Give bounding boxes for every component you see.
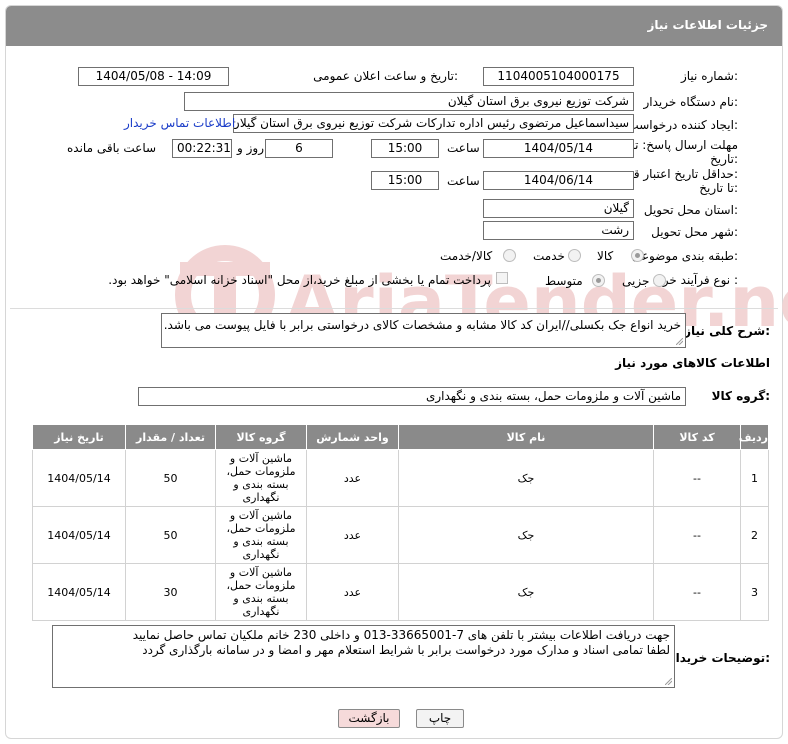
- buyer-notes-label: توضیحات خریدار:: [668, 651, 770, 665]
- remaining-time-label: ساعت باقی مانده: [67, 141, 157, 155]
- requester-label: ایجاد کننده درخواست:: [627, 118, 738, 132]
- need-number-label: شماره نیاز:: [680, 69, 738, 83]
- category-radio-goods[interactable]: [631, 249, 644, 262]
- province-field[interactable]: گیلان: [483, 199, 634, 218]
- city-label: شهر محل تحویل:: [651, 225, 738, 239]
- table-row: 1 -- جک عدد ماشین آلات و ملزومات حمل، بس…: [32, 449, 769, 507]
- resize-grip-icon[interactable]: [665, 678, 672, 685]
- cell-code: --: [653, 449, 741, 507]
- panel-header: جزئیات اطلاعات نیاز: [6, 6, 782, 46]
- treasury-checkbox[interactable]: [496, 272, 508, 284]
- reply-time-field[interactable]: 15:00: [371, 139, 439, 158]
- cell-code: --: [653, 563, 741, 621]
- goods-section-title: اطلاعات کالاهای مورد نیاز: [615, 356, 770, 370]
- cell-row-number: 3: [740, 563, 769, 621]
- category-option-goods: کالا: [597, 249, 614, 263]
- column-header-name: نام کالا: [398, 424, 654, 450]
- table-row: 2 -- جک عدد ماشین آلات و ملزومات حمل، بس…: [32, 506, 769, 564]
- city-field[interactable]: رشت: [483, 221, 634, 240]
- panel-title: جزئیات اطلاعات نیاز: [647, 18, 768, 32]
- category-radio-goods-service[interactable]: [503, 249, 516, 262]
- province-label: استان محل تحویل:: [643, 203, 738, 217]
- goods-group-label: گروه کالا:: [711, 389, 770, 403]
- buyer-notes-textarea[interactable]: جهت دریافت اطلاعات بیشتر با تلفن های 7-3…: [52, 625, 675, 688]
- description-label: شرح کلی نیاز:: [684, 324, 770, 338]
- goods-group-field[interactable]: ماشین آلات و ملزومات حمل، بسته بندی و نگ…: [138, 387, 686, 406]
- reply-deadline-label-2: تاریخ:: [710, 152, 738, 166]
- column-header-quantity: تعداد / مقدار: [125, 424, 216, 450]
- category-radio-service[interactable]: [568, 249, 581, 262]
- column-header-code: کد کالا: [653, 424, 741, 450]
- buyer-notes-line-2: لطفا تمامی اسناد و مدارک مورد درخواست بر…: [142, 643, 670, 657]
- description-text: خرید انواع جک بکسلی//ایران کد کالا مشابه…: [163, 318, 681, 332]
- cell-date: 1404/05/14: [32, 563, 126, 621]
- announce-datetime-label: تاریخ و ساعت اعلان عمومی:: [313, 69, 458, 83]
- process-radio-minor[interactable]: [653, 274, 666, 287]
- print-button[interactable]: چاپ: [416, 709, 464, 728]
- buyer-org-field[interactable]: شرکت توزیع نیروی برق استان گیلان: [184, 92, 634, 111]
- cell-row-number: 2: [740, 506, 769, 564]
- description-textarea[interactable]: خرید انواع جک بکسلی//ایران کد کالا مشابه…: [161, 313, 686, 348]
- reply-date-field[interactable]: 1404/05/14: [483, 139, 634, 158]
- back-button[interactable]: بازگشت: [338, 709, 400, 728]
- table-row: 3 -- جک عدد ماشین آلات و ملزومات حمل، بس…: [32, 563, 769, 621]
- cell-name: جک: [398, 449, 654, 507]
- cell-group: ماشین آلات و ملزومات حمل، بسته بندی و نگ…: [215, 506, 307, 564]
- price-validity-date-field[interactable]: 1404/06/14: [483, 171, 634, 190]
- column-header-unit: واحد شمارش: [306, 424, 399, 450]
- resize-grip-icon[interactable]: [676, 338, 683, 345]
- cell-date: 1404/05/14: [32, 506, 126, 564]
- cell-name: جک: [398, 563, 654, 621]
- remaining-days-label: روز و: [237, 141, 264, 155]
- reply-time-label: ساعت: [447, 141, 480, 155]
- price-validity-time-label: ساعت: [447, 174, 480, 188]
- cell-unit: عدد: [306, 449, 399, 507]
- buyer-notes-line-1: جهت دریافت اطلاعات بیشتر با تلفن های 7-3…: [132, 628, 670, 642]
- buyer-contact-link[interactable]: اطلاعات تماس خریدار: [124, 116, 235, 130]
- category-option-goods-service: کالا/خدمت: [440, 249, 493, 263]
- requester-field[interactable]: سیداسماعیل مرتضوی رئیس اداره تدارکات شرک…: [233, 114, 634, 133]
- column-header-group: گروه کالا: [215, 424, 307, 450]
- category-label: طبقه بندی موضوعی:: [631, 249, 738, 263]
- cell-quantity: 50: [125, 506, 216, 564]
- divider: [10, 308, 778, 309]
- process-option-medium: متوسط: [545, 274, 583, 288]
- cell-date: 1404/05/14: [32, 449, 126, 507]
- need-number-field[interactable]: 1104005104000175: [483, 67, 634, 86]
- cell-group: ماشین آلات و ملزومات حمل، بسته بندی و نگ…: [215, 563, 307, 621]
- cell-unit: عدد: [306, 506, 399, 564]
- column-header-row-number: ردیف: [739, 424, 769, 450]
- cell-name: جک: [398, 506, 654, 564]
- process-option-minor: جزیی: [622, 274, 650, 288]
- cell-group: ماشین آلات و ملزومات حمل، بسته بندی و نگ…: [215, 449, 307, 507]
- reply-deadline-label: مهلت ارسال پاسخ: تا: [631, 138, 738, 152]
- buyer-org-label: نام دستگاه خریدار:: [643, 95, 739, 109]
- column-header-date: تاریخ نیاز: [32, 424, 126, 450]
- announce-datetime-field[interactable]: 1404/05/08 - 14:09: [78, 67, 229, 86]
- remaining-days-field[interactable]: 6: [265, 139, 333, 158]
- goods-table: ردیف کد کالا نام کالا واحد شمارش گروه کا…: [32, 424, 769, 621]
- cell-code: --: [653, 506, 741, 564]
- process-radio-medium[interactable]: [592, 274, 605, 287]
- cell-unit: عدد: [306, 563, 399, 621]
- category-option-service: خدمت: [533, 249, 565, 263]
- remaining-time-field[interactable]: 00:22:31: [172, 139, 232, 158]
- treasury-checkbox-text: پرداخت تمام یا بخشی از مبلغ خرید،از محل …: [108, 273, 491, 287]
- cell-quantity: 50: [125, 449, 216, 507]
- cell-quantity: 30: [125, 563, 216, 621]
- price-validity-time-field[interactable]: 15:00: [371, 171, 439, 190]
- price-validity-label-2: تا تاریخ:: [699, 181, 738, 195]
- table-header-row: ردیف کد کالا نام کالا واحد شمارش گروه کا…: [32, 424, 769, 450]
- cell-row-number: 1: [740, 449, 769, 507]
